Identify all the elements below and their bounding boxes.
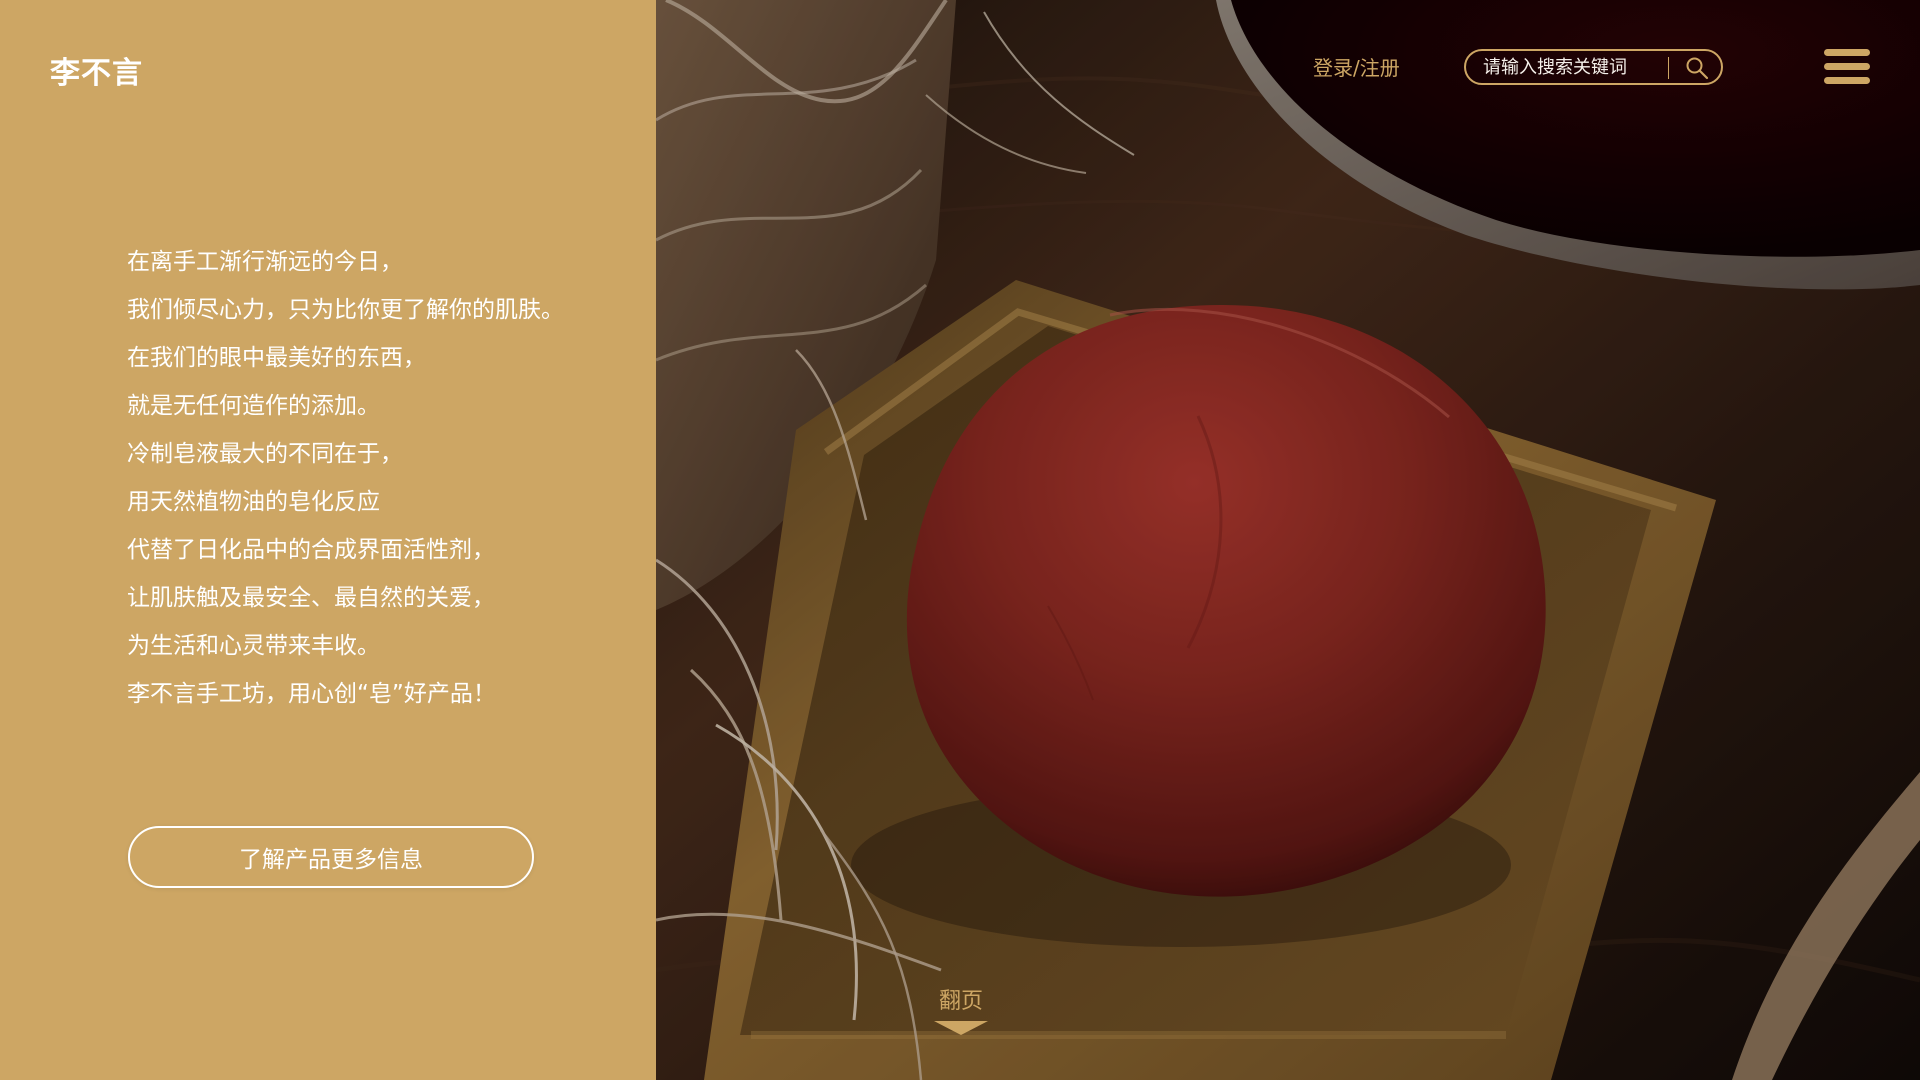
login-register-link[interactable]: 登录/注册: [1313, 52, 1400, 81]
intro-line-8: 让肌肤触及最安全、最自然的关爱，: [127, 585, 495, 611]
intro-line-3: 在我们的眼中最美好的东西，: [127, 345, 426, 371]
landing-page: 李不言 在离手工渐行渐远的今日， 我们倾尽心力，只为比你更了解你的肌肤。 在我们…: [0, 0, 1920, 1080]
page-turn-control[interactable]: 翻页: [929, 990, 993, 1040]
intro-line-2: 我们倾尽心力，只为比你更了解你的肌肤。: [127, 297, 564, 323]
hero-overlay: [656, 0, 1920, 1080]
search-button[interactable]: [1680, 54, 1714, 82]
brand-logo[interactable]: 李不言: [50, 48, 143, 92]
search-divider: [1668, 57, 1669, 79]
chevron-down-icon: [934, 1021, 988, 1035]
menu-icon: [1824, 49, 1870, 56]
intro-line-4: 就是无任何造作的添加。: [127, 393, 380, 419]
intro-panel: 李不言 在离手工渐行渐远的今日， 我们倾尽心力，只为比你更了解你的肌肤。 在我们…: [0, 0, 656, 1080]
learn-more-button[interactable]: 了解产品更多信息: [128, 826, 534, 888]
intro-text: 在离手工渐行渐远的今日， 我们倾尽心力，只为比你更了解你的肌肤。 在我们的眼中最…: [127, 238, 607, 718]
hero-image: [656, 0, 1920, 1080]
intro-line-9: 为生活和心灵带来丰收。: [127, 633, 380, 659]
intro-line-10: 李不言手工坊，用心创“皂”好产品！: [127, 681, 496, 707]
search-icon: [1686, 57, 1709, 80]
menu-icon: [1824, 77, 1870, 84]
search-input[interactable]: [1483, 56, 1663, 80]
menu-button[interactable]: [1824, 49, 1870, 85]
intro-line-7: 代替了日化品中的合成界面活性剂，: [127, 537, 495, 563]
intro-line-5: 冷制皂液最大的不同在于，: [127, 441, 403, 467]
search-bar: [1464, 49, 1723, 85]
page-turn-label: 翻页: [938, 989, 983, 1014]
intro-line-1: 在离手工渐行渐远的今日，: [127, 249, 403, 275]
menu-icon: [1824, 63, 1870, 70]
intro-line-6: 用天然植物油的皂化反应: [127, 489, 380, 515]
